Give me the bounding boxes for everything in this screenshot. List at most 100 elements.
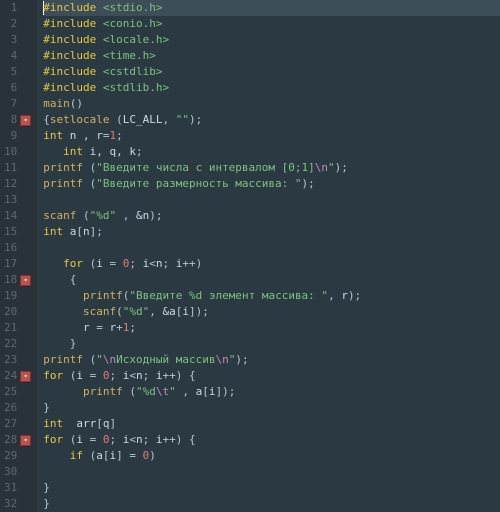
token-id: q	[103, 417, 110, 430]
code-line[interactable]: if (a[i] = 0)	[43, 448, 500, 464]
code-line[interactable]: printf ("Введите размерность массива: ")…	[43, 176, 500, 192]
token-pp: #include	[43, 33, 103, 46]
code-line[interactable]: #include <cstdlib>	[43, 64, 500, 80]
line-number: 4	[11, 48, 18, 64]
token-id	[43, 337, 70, 350]
token-id	[43, 305, 83, 318]
code-line[interactable]: }	[43, 400, 500, 416]
token-id: i	[76, 433, 89, 446]
line-number: 31	[4, 480, 17, 496]
token-pp: #include	[43, 65, 103, 78]
code-line[interactable]: printf ("\nИсходный массив\n");	[43, 352, 500, 368]
token-op: <	[129, 433, 136, 446]
code-line[interactable]: for (i = 0; i<n; i++) {	[43, 432, 500, 448]
code-line[interactable]: #include <time.h>	[43, 48, 500, 64]
fold-marker-icon[interactable]: -	[20, 275, 31, 286]
code-line[interactable]: printf ("%d\t" , a[i]);	[43, 384, 500, 400]
gutter-row: 12	[4, 176, 31, 192]
token-fn: printf	[83, 385, 129, 398]
token-op: <	[149, 257, 156, 270]
fold-spacer	[20, 355, 31, 366]
code-line[interactable]: main()	[43, 96, 500, 112]
code-line[interactable]: int n , r=1;	[43, 128, 500, 144]
code-line[interactable]: }	[43, 336, 500, 352]
token-op: =	[110, 257, 123, 270]
token-id: i	[96, 257, 109, 270]
line-number: 19	[4, 288, 17, 304]
token-str: "Введите размерность массива: "	[96, 177, 301, 190]
token-pp: #include	[43, 1, 103, 14]
code-line[interactable]: int a[n];	[43, 224, 500, 240]
fold-spacer	[20, 499, 31, 510]
code-line[interactable]: #include <stdio.h>	[43, 0, 500, 16]
token-op: ;	[110, 369, 123, 382]
fold-spacer	[20, 307, 31, 318]
code-line[interactable]	[43, 192, 500, 208]
fold-spacer	[20, 323, 31, 334]
code-line[interactable]: int i, q, k;	[43, 144, 500, 160]
token-str: "	[328, 161, 335, 174]
line-number: 28	[4, 432, 17, 448]
line-number: 2	[11, 16, 18, 32]
token-id: &a	[163, 305, 176, 318]
token-id: n , r	[70, 129, 103, 142]
fold-spacer	[20, 211, 31, 222]
token-fn: setlocale	[50, 113, 116, 126]
code-line[interactable]: #include <conio.h>	[43, 16, 500, 32]
code-line[interactable]: #include <stdlib.h>	[43, 80, 500, 96]
gutter-row: 19	[4, 288, 31, 304]
code-line[interactable]: for (i = 0; i<n; i++)	[43, 256, 500, 272]
code-line[interactable]: {setlocale (LC_ALL, "");	[43, 112, 500, 128]
code-line[interactable]: for (i = 0; i<n; i++) {	[43, 368, 500, 384]
token-op: (	[116, 305, 123, 318]
code-line[interactable]: printf ("Введите числа с интервалом [0;1…	[43, 160, 500, 176]
token-op: ;	[143, 433, 156, 446]
code-line[interactable]	[43, 240, 500, 256]
fold-marker-icon[interactable]: -	[20, 115, 31, 126]
token-op: ,	[162, 113, 175, 126]
code-editor[interactable]: 12345678-9101112131415161718-19202122232…	[0, 0, 500, 512]
code-line[interactable]: }	[43, 480, 500, 496]
gutter-row: 31	[4, 480, 31, 496]
token-id: i	[156, 369, 163, 382]
fold-spacer	[20, 51, 31, 62]
line-number: 30	[4, 464, 17, 480]
token-op: }	[43, 497, 50, 510]
gutter-row: 8-	[4, 112, 31, 128]
gutter-row: 6	[4, 80, 31, 96]
line-number: 14	[4, 208, 17, 224]
code-line[interactable]: printf("Введите %d элемент массива: ", r…	[43, 288, 500, 304]
token-id: n	[83, 225, 90, 238]
gutter-row: 10	[4, 144, 31, 160]
code-line[interactable]: }	[43, 496, 500, 512]
code-line[interactable]	[43, 464, 500, 480]
token-id: i	[182, 305, 189, 318]
code-line[interactable]: #include <locale.h>	[43, 32, 500, 48]
code-line[interactable]: scanf("%d", &a[i]);	[43, 304, 500, 320]
token-str: "Введите %d элемент массива: "	[129, 289, 328, 302]
fold-spacer	[20, 179, 31, 190]
token-fn: printf	[43, 353, 89, 366]
code-line[interactable]: {	[43, 272, 500, 288]
code-line[interactable]: int arr[q]	[43, 416, 500, 432]
fold-marker-icon[interactable]: -	[20, 435, 31, 446]
line-number: 17	[4, 256, 17, 272]
token-esc: \t	[156, 385, 169, 398]
fold-spacer	[20, 227, 31, 238]
token-op: );	[189, 113, 202, 126]
token-esc: \n	[103, 353, 116, 366]
token-str: ""	[176, 113, 189, 126]
code-line[interactable]: scanf ("%d" , &n);	[43, 208, 500, 224]
fold-marker-icon[interactable]: -	[20, 371, 31, 382]
line-number: 25	[4, 384, 17, 400]
line-number: 29	[4, 448, 17, 464]
token-op: (	[116, 113, 123, 126]
fold-spacer	[20, 35, 31, 46]
code-line[interactable]: r = r+1;	[43, 320, 500, 336]
token-kw: int	[43, 129, 70, 142]
code-area[interactable]: #include <stdio.h>#include <conio.h>#inc…	[37, 0, 500, 512]
token-op: ++) {	[163, 369, 196, 382]
line-number: 6	[11, 80, 18, 96]
gutter-row: 13	[4, 192, 31, 208]
gutter-row: 29	[4, 448, 31, 464]
